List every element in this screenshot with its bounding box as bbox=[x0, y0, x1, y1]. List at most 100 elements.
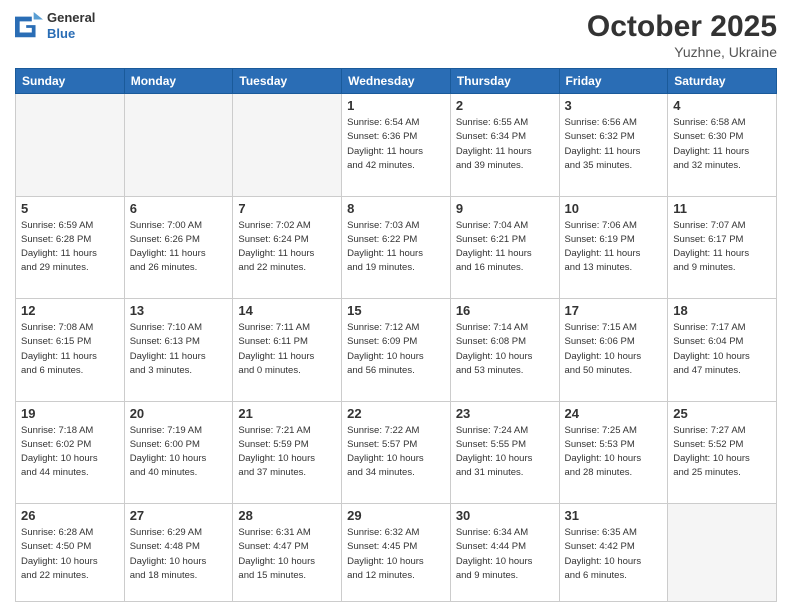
day-info: Sunrise: 7:12 AMSunset: 6:09 PMDaylight:… bbox=[347, 321, 445, 378]
col-friday: Friday bbox=[559, 69, 668, 94]
day-number: 27 bbox=[130, 508, 228, 523]
calendar-cell: 27 Sunrise: 6:29 AMSunset: 4:48 PMDayligh… bbox=[124, 504, 233, 602]
location: Yuzhne, Ukraine bbox=[587, 44, 777, 60]
calendar-cell: 20Sunrise: 7:19 AMSunset: 6:00 PMDayligh… bbox=[124, 401, 233, 504]
day-info: Sunrise: 6:35 AMSunset: 4:42 PMDaylight:… bbox=[565, 526, 663, 583]
calendar-cell bbox=[233, 94, 342, 197]
day-number: 11 bbox=[673, 201, 771, 216]
calendar-body: 1 Sunrise: 6:54 AMSunset: 6:36 PMDaylight… bbox=[16, 94, 777, 602]
day-info: Sunrise: 7:03 AMSunset: 6:22 PMDaylight:… bbox=[347, 219, 445, 276]
day-info: Sunrise: 6:54 AMSunset: 6:36 PMDaylight:… bbox=[347, 116, 445, 173]
day-number: 16 bbox=[456, 303, 554, 318]
day-info: Sunrise: 7:02 AMSunset: 6:24 PMDaylight:… bbox=[238, 219, 336, 276]
day-info: Sunrise: 7:06 AMSunset: 6:19 PMDaylight:… bbox=[565, 219, 663, 276]
calendar-cell: 17 Sunrise: 7:15 AMSunset: 6:06 PMDayligh… bbox=[559, 299, 668, 402]
day-number: 23 bbox=[456, 406, 554, 421]
day-number: 31 bbox=[565, 508, 663, 523]
calendar-cell: 25Sunrise: 7:27 AMSunset: 5:52 PMDayligh… bbox=[668, 401, 777, 504]
calendar-cell: 14 Sunrise: 7:11 AMSunset: 6:11 PMDayligh… bbox=[233, 299, 342, 402]
day-number: 13 bbox=[130, 303, 228, 318]
calendar-cell: 18 Sunrise: 7:17 AMSunset: 6:04 PMDayligh… bbox=[668, 299, 777, 402]
day-info: Sunrise: 6:56 AMSunset: 6:32 PMDaylight:… bbox=[565, 116, 663, 173]
col-saturday: Saturday bbox=[668, 69, 777, 94]
day-info: Sunrise: 6:34 AMSunset: 4:44 PMDaylight:… bbox=[456, 526, 554, 583]
day-number: 25 bbox=[673, 406, 771, 421]
logo-icon bbox=[15, 12, 43, 40]
calendar-cell: 3Sunrise: 6:56 AMSunset: 6:32 PMDaylight… bbox=[559, 94, 668, 197]
calendar-cell: 11 Sunrise: 7:07 AMSunset: 6:17 PMDayligh… bbox=[668, 196, 777, 299]
day-number: 4 bbox=[673, 98, 771, 113]
day-number: 17 bbox=[565, 303, 663, 318]
day-info: Sunrise: 7:17 AMSunset: 6:04 PMDaylight:… bbox=[673, 321, 771, 378]
calendar-cell: 28 Sunrise: 6:31 AMSunset: 4:47 PMDayligh… bbox=[233, 504, 342, 602]
calendar-cell: 26Sunrise: 6:28 AMSunset: 4:50 PMDayligh… bbox=[16, 504, 125, 602]
logo-text: General Blue bbox=[47, 10, 95, 41]
logo: General Blue bbox=[15, 10, 95, 41]
day-number: 28 bbox=[238, 508, 336, 523]
col-thursday: Thursday bbox=[450, 69, 559, 94]
day-number: 10 bbox=[565, 201, 663, 216]
calendar-cell: 5Sunrise: 6:59 AMSunset: 6:28 PMDaylight… bbox=[16, 196, 125, 299]
calendar-cell: 12 Sunrise: 7:08 AMSunset: 6:15 PMDayligh… bbox=[16, 299, 125, 402]
header: General Blue October 2025 Yuzhne, Ukrain… bbox=[15, 10, 777, 60]
day-info: Sunrise: 7:00 AMSunset: 6:26 PMDaylight:… bbox=[130, 219, 228, 276]
calendar-week-4: 26Sunrise: 6:28 AMSunset: 4:50 PMDayligh… bbox=[16, 504, 777, 602]
calendar-cell bbox=[16, 94, 125, 197]
calendar-cell: 19Sunrise: 7:18 AMSunset: 6:02 PMDayligh… bbox=[16, 401, 125, 504]
logo-general: General bbox=[47, 10, 95, 26]
day-info: Sunrise: 7:14 AMSunset: 6:08 PMDaylight:… bbox=[456, 321, 554, 378]
calendar: Sunday Monday Tuesday Wednesday Thursday… bbox=[15, 68, 777, 602]
day-info: Sunrise: 6:32 AMSunset: 4:45 PMDaylight:… bbox=[347, 526, 445, 583]
day-number: 9 bbox=[456, 201, 554, 216]
day-number: 18 bbox=[673, 303, 771, 318]
calendar-week-3: 19Sunrise: 7:18 AMSunset: 6:02 PMDayligh… bbox=[16, 401, 777, 504]
calendar-week-1: 5Sunrise: 6:59 AMSunset: 6:28 PMDaylight… bbox=[16, 196, 777, 299]
day-info: Sunrise: 7:04 AMSunset: 6:21 PMDaylight:… bbox=[456, 219, 554, 276]
day-info: Sunrise: 7:24 AMSunset: 5:55 PMDaylight:… bbox=[456, 424, 554, 481]
col-monday: Monday bbox=[124, 69, 233, 94]
day-info: Sunrise: 6:29 AMSunset: 4:48 PMDaylight:… bbox=[130, 526, 228, 583]
day-info: Sunrise: 6:31 AMSunset: 4:47 PMDaylight:… bbox=[238, 526, 336, 583]
col-wednesday: Wednesday bbox=[342, 69, 451, 94]
day-info: Sunrise: 7:21 AMSunset: 5:59 PMDaylight:… bbox=[238, 424, 336, 481]
title-block: October 2025 Yuzhne, Ukraine bbox=[587, 10, 777, 60]
day-number: 2 bbox=[456, 98, 554, 113]
calendar-cell: 22Sunrise: 7:22 AMSunset: 5:57 PMDayligh… bbox=[342, 401, 451, 504]
day-number: 22 bbox=[347, 406, 445, 421]
day-info: Sunrise: 7:10 AMSunset: 6:13 PMDaylight:… bbox=[130, 321, 228, 378]
day-number: 24 bbox=[565, 406, 663, 421]
day-info: Sunrise: 7:15 AMSunset: 6:06 PMDaylight:… bbox=[565, 321, 663, 378]
day-number: 6 bbox=[130, 201, 228, 216]
calendar-cell: 7 Sunrise: 7:02 AMSunset: 6:24 PMDaylight… bbox=[233, 196, 342, 299]
day-number: 8 bbox=[347, 201, 445, 216]
day-number: 14 bbox=[238, 303, 336, 318]
calendar-cell: 10 Sunrise: 7:06 AMSunset: 6:19 PMDayligh… bbox=[559, 196, 668, 299]
day-info: Sunrise: 7:11 AMSunset: 6:11 PMDaylight:… bbox=[238, 321, 336, 378]
logo-blue: Blue bbox=[47, 26, 95, 42]
day-number: 30 bbox=[456, 508, 554, 523]
calendar-cell: 1 Sunrise: 6:54 AMSunset: 6:36 PMDaylight… bbox=[342, 94, 451, 197]
day-number: 1 bbox=[347, 98, 445, 113]
day-number: 21 bbox=[238, 406, 336, 421]
day-number: 26 bbox=[21, 508, 119, 523]
day-number: 15 bbox=[347, 303, 445, 318]
col-tuesday: Tuesday bbox=[233, 69, 342, 94]
day-info: Sunrise: 7:07 AMSunset: 6:17 PMDaylight:… bbox=[673, 219, 771, 276]
day-number: 29 bbox=[347, 508, 445, 523]
calendar-cell: 16 Sunrise: 7:14 AMSunset: 6:08 PMDayligh… bbox=[450, 299, 559, 402]
calendar-cell bbox=[668, 504, 777, 602]
day-number: 12 bbox=[21, 303, 119, 318]
calendar-cell: 2 Sunrise: 6:55 AMSunset: 6:34 PMDaylight… bbox=[450, 94, 559, 197]
header-row: Sunday Monday Tuesday Wednesday Thursday… bbox=[16, 69, 777, 94]
calendar-cell bbox=[124, 94, 233, 197]
day-info: Sunrise: 6:55 AMSunset: 6:34 PMDaylight:… bbox=[456, 116, 554, 173]
day-number: 7 bbox=[238, 201, 336, 216]
calendar-cell: 15 Sunrise: 7:12 AMSunset: 6:09 PMDayligh… bbox=[342, 299, 451, 402]
day-info: Sunrise: 6:58 AMSunset: 6:30 PMDaylight:… bbox=[673, 116, 771, 173]
col-sunday: Sunday bbox=[16, 69, 125, 94]
day-info: Sunrise: 7:08 AMSunset: 6:15 PMDaylight:… bbox=[21, 321, 119, 378]
calendar-cell: 24Sunrise: 7:25 AMSunset: 5:53 PMDayligh… bbox=[559, 401, 668, 504]
day-number: 5 bbox=[21, 201, 119, 216]
calendar-cell: 30 Sunrise: 6:34 AMSunset: 4:44 PMDayligh… bbox=[450, 504, 559, 602]
day-number: 19 bbox=[21, 406, 119, 421]
